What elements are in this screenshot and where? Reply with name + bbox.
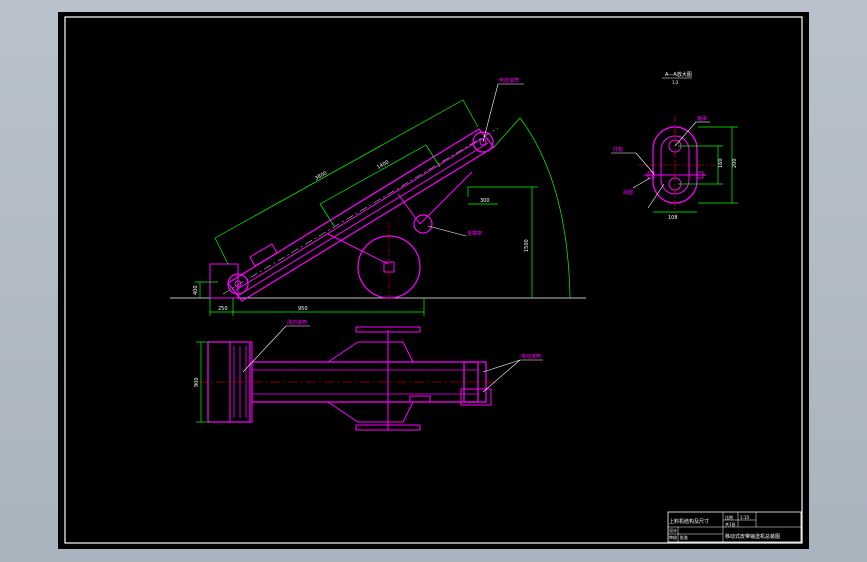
drawing-frame <box>64 16 803 544</box>
support-taper-upper <box>327 341 414 363</box>
tb-check-label: 审核 <box>669 534 677 540</box>
dim-base-offset: 250 <box>218 306 228 312</box>
section-title: A—A放大图 <box>665 71 692 78</box>
tb-drawing-name: 移动式皮带输送机总装图 <box>725 533 780 540</box>
belt-centerline <box>222 127 499 295</box>
tb-scale-value: 1:10 <box>740 515 749 520</box>
side-leaders <box>427 83 524 237</box>
dim-left-height: 400 <box>193 285 199 295</box>
dim-short-span: 300 <box>480 198 490 204</box>
frame-bracket <box>249 243 278 267</box>
section-scale: 1:2 <box>672 80 679 85</box>
support-leg <box>327 233 389 265</box>
dim-plan-width: 900 <box>194 377 200 387</box>
callout-bearing: 轴承 <box>697 115 707 122</box>
belt-upper <box>235 137 484 291</box>
callout-roller: 托辊 <box>613 146 623 153</box>
callout-electric-drum: 电动滚筒 <box>499 77 519 84</box>
tb-sheet-label: 共1张 <box>725 521 736 527</box>
strut-plan <box>409 395 431 403</box>
dim-belt-length: 3800 <box>314 170 328 181</box>
tb-design-label: 设计 <box>669 527 677 533</box>
cad-viewport: 3800 1400 1500 950 250 300 400 电动滚筒 支撑架 <box>0 0 867 562</box>
tb-approve-label: 批准 <box>680 534 688 540</box>
side-view: 3800 1400 1500 950 250 300 400 电动滚筒 支撑架 <box>170 77 586 316</box>
strut-pivot <box>413 214 433 234</box>
title-block: 上料机结构及尺寸 比例 1:10 共1张 设计 审核 批准 移动式皮带输送机总装… <box>667 511 802 543</box>
belt-lower <box>238 142 489 296</box>
section-view: A—A放大图 1:2 200 160 108 托辊 轴承 挡圈 <box>611 71 738 221</box>
dim-section-right-height: 160 <box>718 158 724 168</box>
drawing-canvas: 3800 1400 1500 950 250 300 400 电动滚筒 支撑架 <box>64 16 803 544</box>
dim-section-top-width: 108 <box>668 215 678 221</box>
top-view: 900 改向滚筒 电动滚筒 <box>194 319 543 431</box>
side-dimensions <box>195 99 571 316</box>
dim-section-height: 200 <box>732 158 738 168</box>
conveyor-frame <box>227 128 495 302</box>
callout-bend-drum: 改向滚筒 <box>287 319 307 326</box>
callout-electric-drum-plan: 电动滚筒 <box>521 353 541 360</box>
tb-scale-label: 比例 <box>725 514 733 520</box>
support-taper-lower <box>327 401 414 423</box>
callout-retainer: 挡圈 <box>623 189 633 196</box>
callout-support: 支撑架 <box>467 230 482 237</box>
tb-product-name: 上料机结构及尺寸 <box>669 518 709 525</box>
dim-max-height: 1500 <box>524 239 530 252</box>
dim-wheel-span: 950 <box>298 306 308 312</box>
drawing-sheet: 3800 1400 1500 950 250 300 400 电动滚筒 支撑架 <box>58 12 809 549</box>
